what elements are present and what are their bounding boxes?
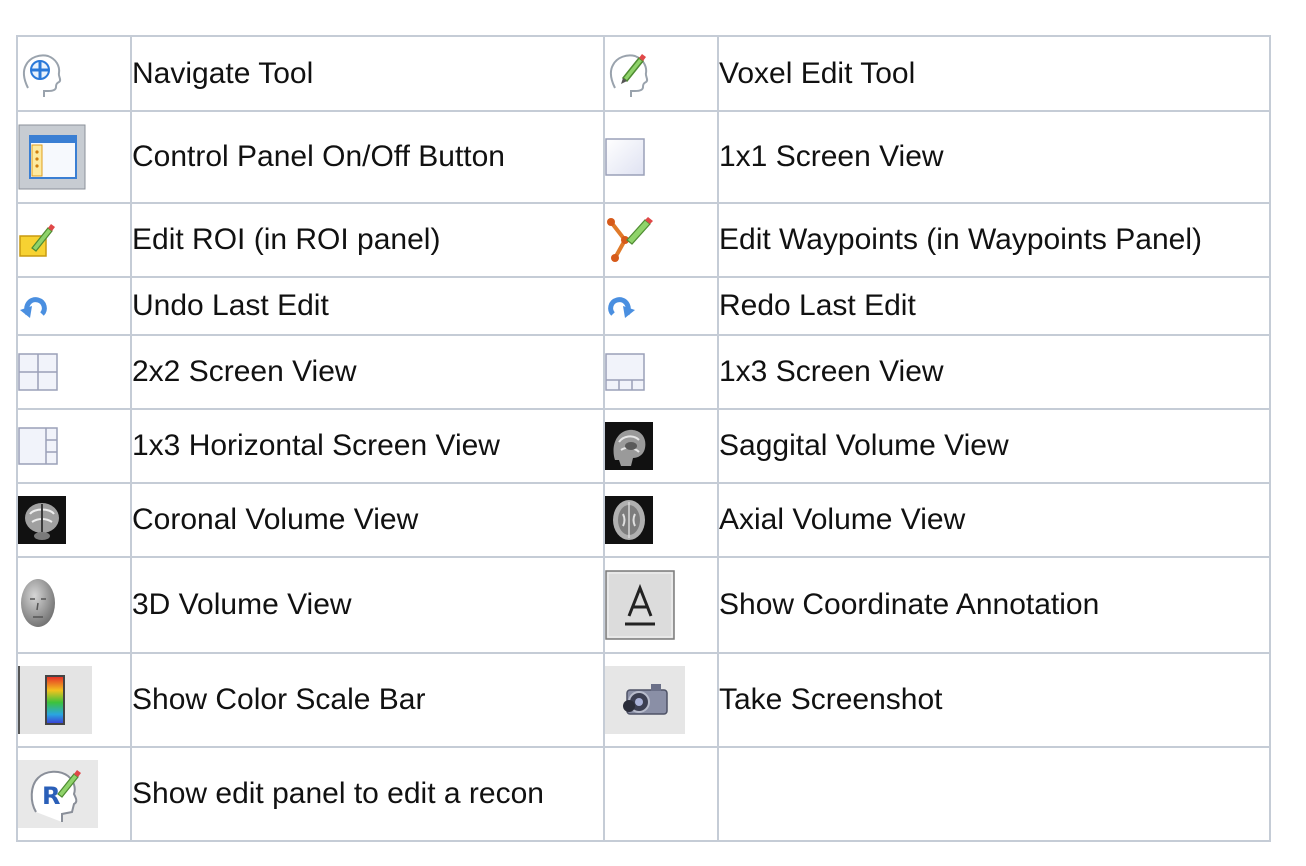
table-cell-label: Show Color Scale Bar xyxy=(130,652,605,748)
svg-text:R: R xyxy=(42,782,60,810)
table-cell-label: Saggital Volume View xyxy=(717,408,1271,484)
annotation-a-icon xyxy=(605,570,675,640)
table-row: 2x2 Screen View 1x3 Screen View xyxy=(16,334,1271,410)
control-panel-icon xyxy=(18,124,86,190)
edit-waypoints-icon xyxy=(605,216,657,264)
undo-icon xyxy=(18,294,50,320)
table-cell-label: 2x2 Screen View xyxy=(130,334,605,410)
table-row: 3D Volume View Show Coordinate Annotatio… xyxy=(16,556,1271,654)
table-cell-label: 1x3 Screen View xyxy=(717,334,1271,410)
coronal-mri-icon xyxy=(18,496,66,544)
table-cell-label: Coronal Volume View xyxy=(130,482,605,558)
table-row: R Show edit panel to edit a recon xyxy=(16,746,1271,842)
table-row: 1x3 Horizontal Screen View Saggital Volu… xyxy=(16,408,1271,484)
table-row: Show Color Scale Bar Take Screenshot xyxy=(16,652,1271,748)
voxel-edit-head-icon xyxy=(605,50,653,98)
single-view-icon xyxy=(605,138,645,176)
table-cell-label: 1x3 Horizontal Screen View xyxy=(130,408,605,484)
table-cell-label: Navigate Tool xyxy=(130,35,605,112)
table-row: Control Panel On/Off Button 1x1 Screen V… xyxy=(16,110,1271,204)
table-cell-label: Axial Volume View xyxy=(717,482,1271,558)
table-row: Undo Last Edit Redo Last Edit xyxy=(16,276,1271,336)
table-cell-label: Take Screenshot xyxy=(717,652,1271,748)
table-row: Navigate Tool Voxel Edit Tool xyxy=(16,35,1271,112)
grid-1x3-horizontal-icon xyxy=(18,427,58,465)
table-cell-label: Edit Waypoints (in Waypoints Panel) xyxy=(717,202,1271,278)
color-scale-bar-icon xyxy=(18,666,92,734)
3d-head-icon xyxy=(18,577,58,633)
recon-edit-head-icon: R xyxy=(18,760,98,828)
toolbar-icon-legend-table: Navigate Tool Voxel Edit Tool Control Pa… xyxy=(16,35,1271,842)
table-cell-label: Show Coordinate Annotation xyxy=(717,556,1271,654)
table-row: Coronal Volume View Axial Volume View xyxy=(16,482,1271,558)
table-cell-label: Control Panel On/Off Button xyxy=(130,110,605,204)
empty-cell xyxy=(603,746,719,842)
grid-1x3-icon xyxy=(605,353,645,391)
table-cell-label: Undo Last Edit xyxy=(130,276,605,336)
grid-2x2-icon xyxy=(18,353,58,391)
navigate-head-icon xyxy=(18,50,66,98)
table-cell-label: 1x1 Screen View xyxy=(717,110,1271,204)
redo-icon xyxy=(605,294,637,320)
table-cell-label: Voxel Edit Tool xyxy=(717,35,1271,112)
edit-roi-icon xyxy=(18,222,58,258)
table-cell-label: Show edit panel to edit a recon xyxy=(130,746,605,842)
table-cell-label: Edit ROI (in ROI panel) xyxy=(130,202,605,278)
camera-icon xyxy=(605,666,685,734)
sagittal-mri-icon xyxy=(605,422,653,470)
axial-mri-icon xyxy=(605,496,653,544)
empty-cell xyxy=(717,746,1271,842)
table-cell-label: 3D Volume View xyxy=(130,556,605,654)
table-row: Edit ROI (in ROI panel) Edit Waypoints (… xyxy=(16,202,1271,278)
table-cell-label: Redo Last Edit xyxy=(717,276,1271,336)
